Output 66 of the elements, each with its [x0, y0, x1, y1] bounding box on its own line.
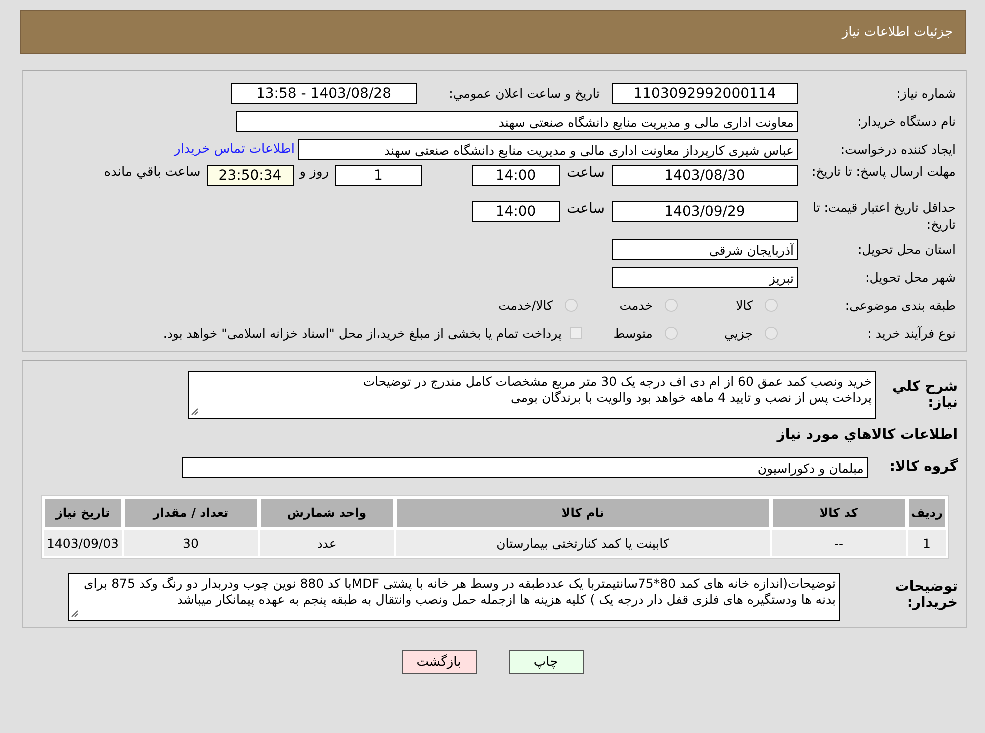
column-header: تاریخ نیاز — [44, 498, 122, 528]
field-label: تاریخ و ساعت اعلان عمومي: — [448, 86, 601, 100]
column-header: کد کالا — [772, 498, 906, 528]
radio-button[interactable] — [765, 298, 778, 312]
column-header: نام کالا — [396, 498, 770, 528]
time-label: ساعت — [566, 201, 606, 217]
summary-line: پرداخت پس از نصب و تایید 4 ماهه خواهد بود والویت با برندگان بومی — [510, 390, 872, 406]
time-label: ساعت — [566, 165, 606, 181]
summary-textarea[interactable]: خرید ونصب کمد عمق 60 از ام دی اف درجه یک 30 متر مربع مشخصات کامل مندرج در توضیحات پرداخت پس از نصب و تایید 4 ماهه خواهد بود والویت با برندگان بومی — [188, 371, 876, 419]
resize-grip-icon[interactable] — [191, 408, 199, 416]
field-label: مهلت ارسال پاسخ: تا تاریخ: — [810, 163, 957, 180]
field-label: ایجاد کننده درخواست: — [840, 140, 957, 158]
resize-grip-icon[interactable] — [71, 610, 79, 618]
field-label: نام دستگاه خریدار: — [856, 112, 957, 130]
announce-date-field: 1403/08/28 - 13:58 — [231, 82, 417, 104]
deadline-time-field: 14:00 — [472, 165, 560, 186]
column-header: واحد شمارش — [260, 498, 394, 528]
table-cell: 30 — [124, 530, 258, 556]
radio-label: خدمت — [618, 298, 653, 312]
action-button[interactable]: بازگشت — [402, 650, 476, 674]
province-field: آذربایجان شرقی — [612, 238, 798, 260]
field-label: شماره نیاز: — [896, 84, 957, 102]
table-cell: -- — [772, 530, 906, 556]
table-cell: 1 — [908, 530, 946, 556]
radio-button[interactable] — [665, 298, 678, 312]
treasury-note: پرداخت تمام یا بخشی از مبلغ خرید،از محل "اسناد خزانه اسلامی" خواهد بود. — [163, 326, 562, 340]
validity-time-field: 14:00 — [472, 201, 560, 222]
action-button[interactable]: چاپ — [508, 650, 584, 674]
buyer-field: معاونت اداری مالی و مدیریت منابع دانشگاه صنعتی سهند — [236, 110, 798, 132]
buyer-notes-textarea[interactable] — [68, 573, 840, 621]
deadline-date-field: 1403/08/30 — [612, 165, 798, 186]
creator-field: عباس شیری کارپرداز معاونت اداری مالی و مدیریت منابع دانشگاه صنعتی سهند — [298, 138, 798, 160]
field-label: شرح کلي نیاز: — [892, 379, 959, 411]
field-label: گروه کالا: — [888, 459, 959, 475]
contact-link[interactable]: اطلاعات تماس خریدار — [174, 142, 298, 156]
column-header: ردیف — [908, 498, 946, 528]
section-title: اطلاعات کالاهاي مورد نیاز — [776, 426, 959, 445]
checkbox[interactable] — [570, 327, 582, 339]
field-label: استان محل تحویل: — [856, 240, 957, 258]
field-label: شهر محل تحویل: — [864, 268, 957, 286]
radio-button[interactable] — [565, 298, 578, 312]
days-label: روز و — [298, 165, 330, 180]
radio-label: جزيي — [723, 326, 753, 340]
validity-date-field: 1403/09/29 — [612, 201, 798, 222]
field-label: توضیحات خریدار: — [894, 579, 959, 611]
radio-label: کالا/خدمت — [498, 298, 553, 312]
notes-text: توضیحات(اندازه خانه های کمد 80*75سانتیمتربا یک عددطبقه در وسط هر خانه با پشتی MDFبا کد 880 نوین چوب ودربدار دو رنگ وکد 875 برای بدنه ها ودستگیره های فلزی قفل دار درجه یک ) کلیه هزینه ها ازجمله حمل ونصب وانتقال به طبقه پنجم به عهده پیمانکار میباشد — [83, 576, 836, 608]
field-label: نوع فرآیند خرید : — [866, 324, 957, 342]
field-label: حداقل تاریخ اعتبار قیمت: تا تاریخ: — [812, 199, 957, 233]
column-header: تعداد / مقدار — [124, 498, 258, 528]
radio-label: کالا — [735, 298, 753, 312]
goods-group-field: مبلمان و دکوراسیون — [182, 456, 868, 478]
radio-button[interactable] — [665, 326, 678, 340]
table-cell: کابینت یا کمد کنارتختی بیمارستان — [396, 530, 770, 556]
days-field: 1 — [335, 165, 422, 186]
radio-button[interactable] — [765, 326, 778, 340]
table-cell: 1403/09/03 — [44, 530, 122, 556]
need-number-field: 1103092992000114 — [612, 82, 798, 104]
remaining-timer: 23:50:34 — [206, 165, 294, 186]
header-title: جزئیات اطلاعات نیاز — [842, 24, 953, 40]
summary-line: خرید ونصب کمد عمق 60 از ام دی اف درجه یک 30 متر مربع مشخصات کامل مندرج در توضیحات — [362, 374, 872, 390]
field-label: طبقه بندی موضوعی: — [844, 296, 957, 314]
radio-label: متوسط — [612, 326, 653, 340]
city-field: تبریز — [612, 266, 798, 288]
table-cell: عدد — [260, 530, 394, 556]
remaining-label: ساعت باقي مانده — [103, 165, 202, 180]
